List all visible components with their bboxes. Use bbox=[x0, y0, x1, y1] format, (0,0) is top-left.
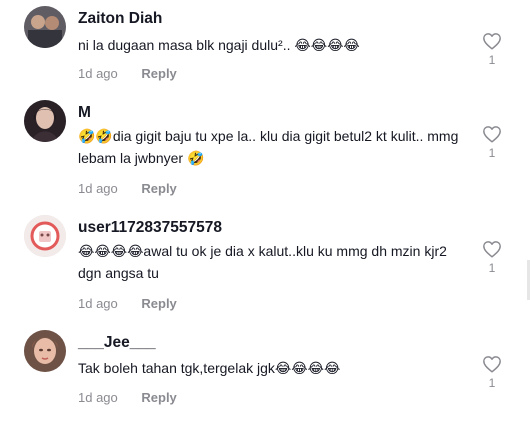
heart-outline-icon bbox=[483, 241, 501, 258]
like-count: 1 bbox=[488, 376, 496, 390]
comment-meta: 1d ago Reply bbox=[78, 296, 177, 311]
like-count: 1 bbox=[488, 261, 496, 275]
reply-button[interactable]: Reply bbox=[141, 390, 176, 405]
comment-meta: 1d ago Reply bbox=[78, 390, 177, 405]
like-button[interactable]: 1 bbox=[480, 355, 504, 390]
comment-time: 1d ago bbox=[78, 296, 118, 311]
like-button[interactable]: 1 bbox=[480, 240, 504, 275]
comment-item: M 🤣🤣dia gigit baju tu xpe la.. klu dia g… bbox=[0, 98, 530, 206]
like-count: 1 bbox=[488, 53, 496, 67]
comment-time: 1d ago bbox=[78, 390, 118, 405]
comment-username[interactable]: ___Jee___ bbox=[78, 334, 156, 352]
comment-item: Zaiton Diah ni la dugaan masa blk ngaji … bbox=[0, 0, 530, 108]
avatar[interactable] bbox=[24, 6, 66, 48]
heart-outline-icon bbox=[483, 356, 501, 373]
avatar-photo-icon bbox=[24, 100, 66, 142]
comment-meta: 1d ago Reply bbox=[78, 66, 177, 81]
reply-button[interactable]: Reply bbox=[141, 66, 176, 81]
avatar-photo-icon bbox=[24, 215, 66, 257]
heart-outline-icon bbox=[483, 126, 501, 143]
comment-time: 1d ago bbox=[78, 66, 118, 81]
avatar-photo-icon bbox=[24, 330, 66, 372]
reply-button[interactable]: Reply bbox=[141, 181, 176, 196]
comment-item: user1172837557578 😂😂😂😂awal tu ok je dia … bbox=[0, 213, 530, 321]
comment-time: 1d ago bbox=[78, 181, 118, 196]
comment-username[interactable]: M bbox=[78, 104, 91, 122]
avatar[interactable] bbox=[24, 330, 66, 372]
comment-username[interactable]: user1172837557578 bbox=[78, 219, 222, 237]
comment-username[interactable]: Zaiton Diah bbox=[78, 10, 162, 28]
comment-text: 🤣🤣dia gigit baju tu xpe la.. klu dia gig… bbox=[78, 128, 459, 166]
avatar[interactable] bbox=[24, 100, 66, 142]
comment-text: Tak boleh tahan tgk,tergelak jgk😂😂😂😂 bbox=[78, 360, 341, 376]
avatar[interactable] bbox=[24, 215, 66, 257]
like-button[interactable]: 1 bbox=[480, 32, 504, 67]
like-count: 1 bbox=[488, 146, 496, 160]
reply-button[interactable]: Reply bbox=[141, 296, 176, 311]
avatar-photo-icon bbox=[24, 6, 66, 48]
comment-text: 😂😂😂😂awal tu ok je dia x kalut..klu ku mm… bbox=[78, 243, 447, 281]
comment-meta: 1d ago Reply bbox=[78, 181, 177, 196]
heart-outline-icon bbox=[483, 33, 501, 50]
comment-item: ___Jee___ Tak boleh tahan tgk,tergelak j… bbox=[0, 328, 530, 436]
like-button[interactable]: 1 bbox=[480, 125, 504, 160]
comment-text: ni la dugaan masa blk ngaji dulu².. 😂😂😂😂 bbox=[78, 37, 360, 53]
